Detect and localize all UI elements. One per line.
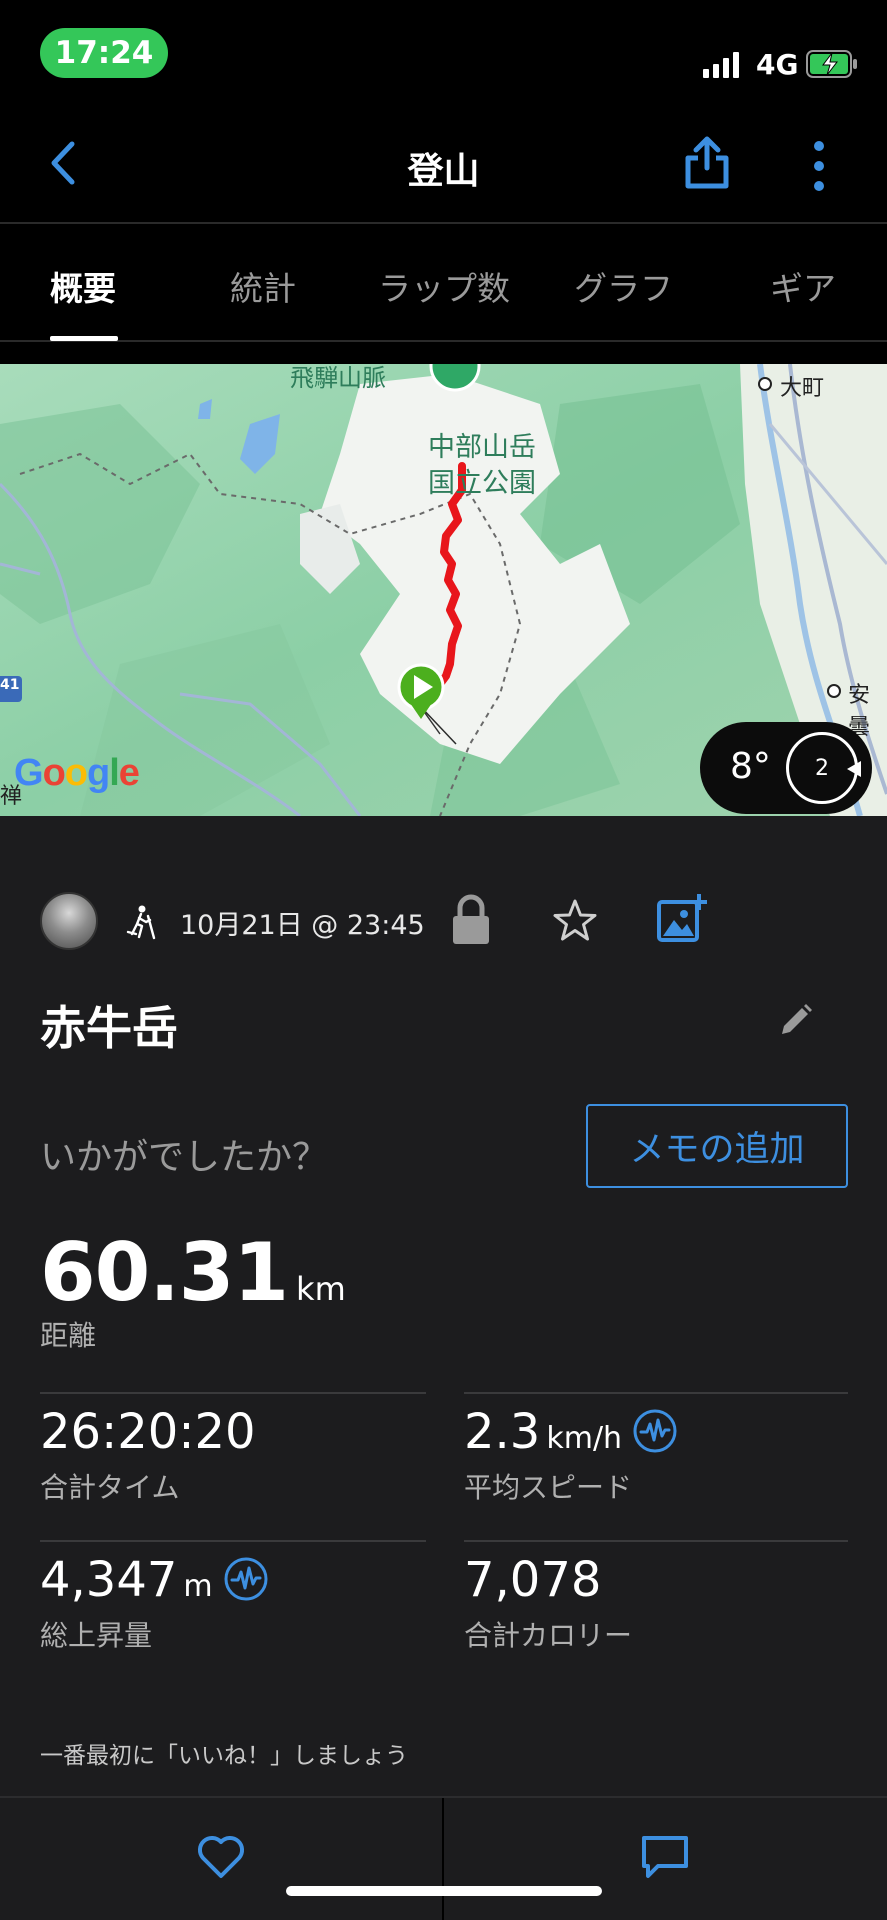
network-type: 4G [756,48,799,81]
tab-bar: 概要 統計 ラップ数 グラフ ギア [0,226,887,342]
tab-gear[interactable]: ギア [770,262,836,310]
distance-value: 60.31 [40,1226,289,1319]
wind-indicator: 2 [786,732,861,804]
tab-laps[interactable]: ラップ数 [378,262,510,310]
stats-divider [464,1540,848,1542]
avg-speed-stat: 2.3 km/h [464,1404,678,1460]
map-label-park: 中部山岳 国立公園 [422,430,542,502]
calories-label: 合計カロリー [464,1619,633,1652]
pulse-icon[interactable] [632,1408,678,1454]
back-button[interactable] [40,138,90,188]
home-indicator[interactable] [286,1886,602,1896]
stats-divider [40,1392,426,1394]
pulse-icon[interactable] [223,1556,269,1602]
add-photo-icon[interactable] [656,892,708,944]
activity-meta-row: 10月21日 @ 23:45 [0,886,887,956]
map-label-town-1: 大町 [780,376,825,401]
map-label-partial: 飛騨山脈 [290,364,386,392]
nav-bar: 登山 [0,100,887,224]
status-time: 17:24 [40,28,168,78]
distance-label: 距離 [40,1319,97,1352]
park-label-text: 中部山岳 国立公園 [428,432,536,499]
tab-overview[interactable]: 概要 [50,262,116,310]
calories-stat: 7,078 [464,1552,601,1608]
hiking-icon [126,905,156,940]
temperature: 8° [730,746,771,787]
avatar[interactable] [40,892,98,950]
more-options-button[interactable] [806,140,832,192]
stats-divider [464,1392,848,1394]
avg-speed-unit: km/h [546,1421,623,1456]
feedback-prompt: いかがでしたか？ [40,1137,329,1178]
stats-divider [40,1540,426,1542]
road-marker: 41 [0,677,20,693]
avg-speed-label: 平均スピード [464,1471,633,1504]
star-icon[interactable] [552,898,598,944]
avg-speed-value: 2.3 [464,1404,541,1460]
signal-bars-icon [703,52,739,78]
total-time-value: 26:20:20 [40,1404,256,1460]
lock-icon[interactable] [450,894,492,946]
add-memo-button[interactable]: メモの追加 [586,1104,848,1188]
distance-unit: km [296,1270,346,1308]
ascent-unit: m [183,1569,213,1604]
wind-value: 2 [815,755,829,781]
comment-icon[interactable] [640,1832,690,1880]
route-map[interactable]: 飛騨山脈 中部山岳 国立公園 大町 安曇 41 禅 Google 8° 2 [0,364,887,816]
weather-badge[interactable]: 8° 2 [700,722,872,814]
activity-details: 10月21日 @ 23:45 赤牛岳 いかがでしたか？ メモの追加 60.31 k… [0,816,887,1796]
ascent-value: 4,347 [40,1552,178,1608]
activity-title: 赤牛岳 [40,1001,178,1055]
total-time-label: 合計タイム [40,1471,180,1504]
activity-date: 10月21日 @ 23:45 [180,910,425,941]
status-bar: 17:24 4G [0,0,887,100]
ascent-label: 総上昇量 [40,1619,153,1652]
page-title: 登山 [407,151,480,192]
like-prompt: 一番最初に「いいね！」しましょう [40,1743,408,1769]
calories-value: 7,078 [464,1552,602,1608]
battery-charging-icon [806,50,857,78]
tab-graph[interactable]: グラフ [574,262,673,310]
active-tab-indicator [50,336,118,341]
distance-stat: 60.31 km [40,1226,346,1319]
share-button[interactable] [682,136,732,190]
google-logo: Google [14,752,140,794]
total-time-stat: 26:20:20 [40,1404,256,1460]
wind-direction-icon [847,761,861,777]
bottom-action-bar [0,1796,887,1920]
heart-icon[interactable] [196,1832,246,1880]
ascent-stat: 4,347 m [40,1552,269,1608]
pencil-icon[interactable] [778,1002,814,1038]
bottom-bar-divider [442,1798,444,1920]
tab-stats[interactable]: 統計 [230,262,296,310]
